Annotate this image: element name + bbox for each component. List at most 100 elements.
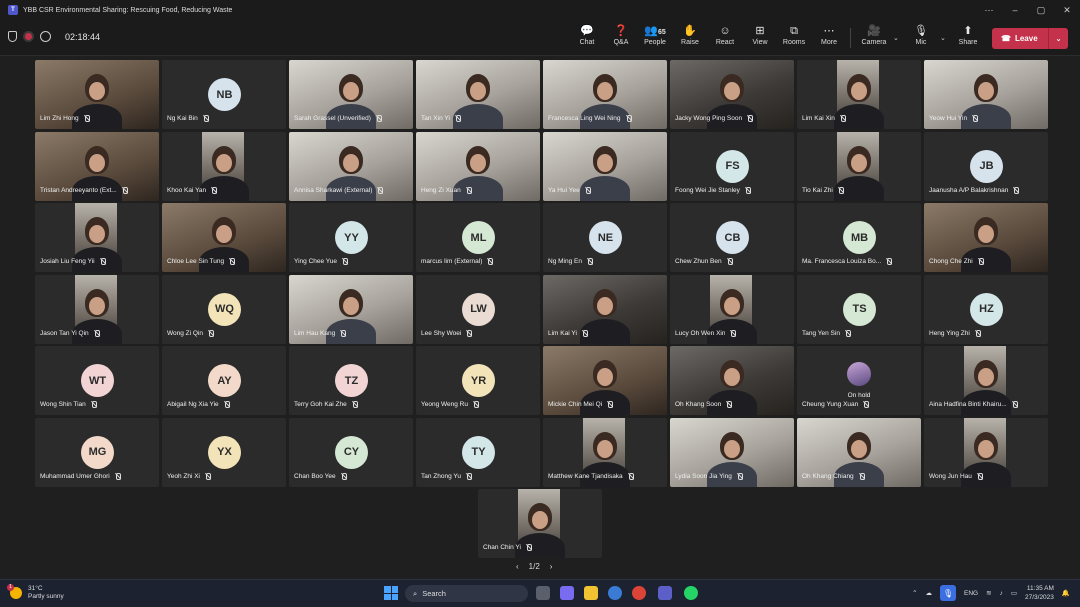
whatsapp-icon[interactable]: [684, 586, 698, 600]
participant-tile[interactable]: Aina Hadfina Binti Khairu...: [924, 346, 1048, 415]
participant-tile[interactable]: Oh Khang Chiang: [797, 417, 921, 487]
cloud-icon[interactable]: ☁: [926, 589, 933, 597]
participant-tile[interactable]: ML marcus lim (External): [416, 203, 540, 272]
participant-name: Aina Hadfina Binti Khairu...: [929, 401, 1007, 408]
participant-tile[interactable]: TY Tan Zhong Yu: [416, 417, 540, 487]
participant-tile[interactable]: CY Chan Boo Yee: [289, 417, 413, 487]
weather-widget[interactable]: 1 31°C Partly sunny: [7, 584, 64, 601]
microphone-in-use-icon[interactable]: 🎙: [940, 585, 957, 601]
participant-tile[interactable]: NB Ng Kai Bin: [162, 60, 286, 129]
participant-tile[interactable]: Oh Khang Soon: [670, 346, 794, 415]
participant-tile[interactable]: YX Yeoh Zhi Xi: [162, 417, 286, 487]
participant-tile[interactable]: YR Yeong Weng Ru: [416, 346, 540, 415]
participant-tile[interactable]: MB Ma. Francesca Louiza Bo...: [797, 203, 921, 272]
participant-tile[interactable]: NE Ng Ming En: [543, 203, 667, 272]
participant-tile[interactable]: On hold Cheung Yung Xuan: [797, 346, 921, 415]
mic-options-chevron-icon[interactable]: ⌄: [940, 34, 946, 42]
participant-tile[interactable]: Chan Chin Yi: [478, 489, 602, 558]
participant-tile[interactable]: Lucy Oh Wen Xin: [670, 274, 794, 344]
notification-bell-icon[interactable]: 🔔: [1062, 589, 1070, 597]
minimize-icon[interactable]: –: [1002, 5, 1028, 16]
participant-tile[interactable]: Wong Jun Hau: [924, 417, 1048, 487]
leave-options-chevron-icon[interactable]: ⌄: [1049, 35, 1068, 43]
shield-icon[interactable]: [8, 31, 17, 42]
participant-tile[interactable]: YY Ying Chee Yue: [289, 203, 413, 272]
language-indicator[interactable]: ENG: [964, 590, 978, 597]
participant-tile[interactable]: Lim Kai Yi: [543, 274, 667, 344]
participant-tile[interactable]: Francesca Ling Wei Ning: [543, 60, 667, 129]
participant-tile[interactable]: Lim Kai Xin: [797, 60, 921, 129]
chat-button[interactable]: 💬 Chat: [570, 24, 604, 52]
share-button[interactable]: ⬆ Share: [951, 24, 985, 52]
participant-tile[interactable]: CB Chew Zhun Ben: [670, 203, 794, 272]
task-view-icon[interactable]: [536, 586, 550, 600]
participant-name: Tan Zhong Yu: [421, 472, 461, 480]
participant-tile[interactable]: Yeow Hui Yin: [924, 60, 1048, 129]
participant-tile[interactable]: JB Jaanusha A/P Balakrishnan: [924, 131, 1048, 201]
participant-tile[interactable]: Mickie Chin Mei Qi: [543, 346, 667, 415]
participant-tile[interactable]: Tan Xin Yi: [416, 60, 540, 129]
start-button-icon[interactable]: [384, 586, 398, 600]
participant-tile[interactable]: Chong Che Zhi: [924, 203, 1048, 272]
teams-icon[interactable]: [658, 586, 672, 600]
camera-button[interactable]: 🎥 Camera: [857, 24, 891, 52]
system-clock[interactable]: 11:35 AM 27/3/2023: [1025, 584, 1054, 602]
participant-tile[interactable]: Tristan Andreeyanto (Ext...: [35, 131, 159, 201]
participant-tile[interactable]: AY Abigail Ng Xia Yie: [162, 346, 286, 415]
wifi-icon[interactable]: ≋: [986, 589, 991, 597]
maximize-icon[interactable]: ▢: [1028, 5, 1054, 16]
participant-name-label: Wong Jun Hau: [929, 471, 983, 482]
view-button[interactable]: ⊞ View: [743, 24, 777, 52]
participant-tile[interactable]: MG Muhammad Umer Ghori: [35, 417, 159, 487]
mic-muted-icon: [726, 258, 733, 265]
participant-tile[interactable]: WQ Wong Zi Qin: [162, 274, 286, 344]
participant-name: Lim Hau Kang: [294, 329, 336, 337]
participant-tile[interactable]: Heng Zi Xuan: [416, 131, 540, 201]
participant-tile[interactable]: LW Lee Shy Woei: [416, 274, 540, 344]
react-button[interactable]: ☺ React: [708, 24, 742, 52]
mic-button[interactable]: 🎙 Mic: [904, 24, 938, 52]
qa-button[interactable]: ❓ Q&A: [604, 24, 638, 52]
participant-tile[interactable]: Jason Tan Yi Qin: [35, 274, 159, 344]
camera-options-chevron-icon[interactable]: ⌄: [893, 34, 899, 42]
participant-tile[interactable]: Matthew Kane Tjandisaka: [543, 417, 667, 487]
participant-tile[interactable]: TZ Terry Goh Kai Zhe: [289, 346, 413, 415]
participant-tile[interactable]: WT Wong Shin Tian: [35, 346, 159, 415]
participant-tile[interactable]: FS Foong Wei Jie Stanley: [670, 131, 794, 201]
participant-tile[interactable]: Chloe Lee Sin Tung: [162, 203, 286, 272]
leave-button[interactable]: ☎ Leave ⌄: [992, 28, 1068, 49]
participant-tile[interactable]: TS Tang Yen Sin: [797, 274, 921, 344]
more-button[interactable]: ⋯ More: [812, 24, 846, 52]
people-button[interactable]: 👥65 People: [638, 24, 672, 52]
previous-page-icon[interactable]: ‹: [516, 562, 519, 571]
participant-tile[interactable]: HZ Heng Ying Zhi: [924, 274, 1048, 344]
chrome-icon[interactable]: [632, 586, 646, 600]
participant-tile[interactable]: Jacky Wong Ping Soon: [670, 60, 794, 129]
participant-tile[interactable]: Lydia Soon Jia Ying: [670, 417, 794, 487]
participant-tile[interactable]: Ya Hui Yee: [543, 131, 667, 201]
next-page-icon[interactable]: ›: [550, 562, 553, 571]
close-icon[interactable]: ✕: [1054, 5, 1080, 16]
copilot-icon[interactable]: [560, 586, 574, 600]
more-options-icon[interactable]: ⋯: [976, 5, 1002, 16]
participant-name: Oh Khang Chiang: [802, 472, 854, 480]
participant-tile[interactable]: Lim Zhi Hong: [35, 60, 159, 129]
participant-tile[interactable]: Josiah Liu Feng Yii: [35, 203, 159, 272]
participant-name: Lee Shy Woei: [421, 329, 462, 337]
participant-tile[interactable]: Khoo Kai Yan: [162, 131, 286, 201]
participant-name-label: Ying Chee Yue: [294, 256, 349, 267]
media-player-icon[interactable]: [608, 586, 622, 600]
info-icon[interactable]: [40, 31, 51, 42]
participant-tile[interactable]: Tio Kai Zhi: [797, 131, 921, 201]
taskbar-search[interactable]: ⌕ Search: [405, 585, 528, 602]
volume-icon[interactable]: ♪: [1000, 590, 1003, 597]
mic-muted-icon: [375, 115, 382, 122]
rooms-button[interactable]: ⧉ Rooms: [777, 24, 811, 52]
raise-hand-button[interactable]: ✋ Raise: [673, 24, 707, 52]
file-explorer-icon[interactable]: [584, 586, 598, 600]
show-hidden-icons-chevron-icon[interactable]: ⌃: [912, 589, 917, 597]
participant-tile[interactable]: Annisa Sharkawi (External): [289, 131, 413, 201]
participant-tile[interactable]: Sarah Grassel (Unverified): [289, 60, 413, 129]
battery-icon[interactable]: ▭: [1011, 589, 1017, 597]
participant-tile[interactable]: Lim Hau Kang: [289, 274, 413, 344]
